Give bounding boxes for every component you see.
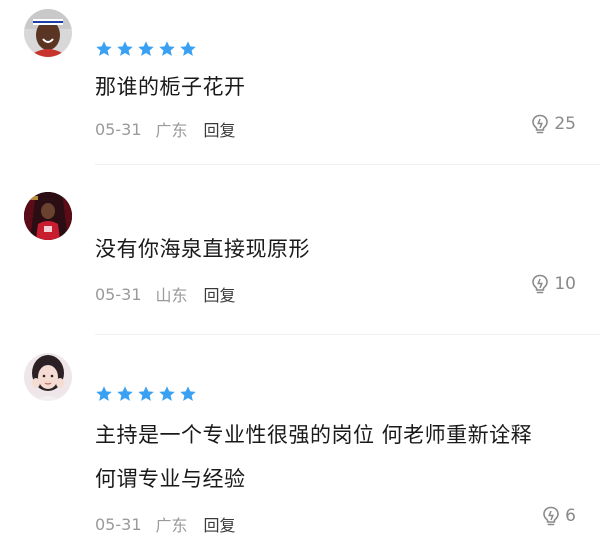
comment-text-line: 主持是一个专业性很强的岗位 何老师重新诠释 [95,423,533,447]
reply-button[interactable]: 回复 [204,117,236,141]
comment-meta: 05-31 广东 回复 [95,117,236,141]
comment-location: 山东 [155,286,188,305]
comment-item: 主持是一个专业性很强的岗位 何老师重新诠释 何谓专业与经验 05-31 广东 回… [0,335,600,544]
comment-item: 那谁的栀子花开 05-31 广东 回复 25 [0,0,600,165]
star-icon [96,386,112,401]
comment-text: 那谁的栀子花开 [95,75,246,99]
comment-date: 05-31 [95,119,142,139]
like-count: 25 [554,114,576,134]
comment-location: 广东 [155,516,188,535]
like-lightbulb-icon [532,114,549,134]
reply-button[interactable]: 回复 [204,512,236,536]
comment-text: 主持是一个专业性很强的岗位 何老师重新诠释 何谓专业与经验 [95,413,570,501]
star-icon [117,386,133,401]
like-button[interactable]: 6 [540,505,576,527]
star-rating [95,385,197,403]
avatar-image [24,353,72,401]
reply-button[interactable]: 回复 [204,282,236,306]
avatar-image [24,192,72,240]
comment-location: 广东 [155,121,188,140]
star-icon [138,41,154,56]
star-icon [96,41,112,56]
comment-date: 05-31 [95,284,142,304]
avatar[interactable] [24,353,72,401]
star-icon [180,41,196,56]
like-count: 10 [554,274,576,294]
star-rating [95,40,197,58]
like-count: 6 [565,506,576,526]
star-icon [159,41,175,56]
comment-text-line: 何谓专业与经验 [95,467,246,491]
avatar-image [24,9,72,57]
avatar[interactable] [24,192,72,240]
comment-item: 没有你海泉直接现原形 05-31 山东 回复 10 [0,165,600,335]
comment-date: 05-31 [95,514,142,534]
comment-text: 没有你海泉直接现原形 [95,237,310,261]
star-icon [138,386,154,401]
like-button[interactable]: 25 [529,113,576,135]
like-lightbulb-icon [543,506,559,526]
like-button[interactable]: 10 [529,273,576,295]
avatar[interactable] [24,9,72,57]
comment-meta: 05-31 广东 回复 [95,512,236,536]
comment-meta: 05-31 山东 回复 [95,282,236,306]
star-icon [117,41,133,56]
star-icon [180,386,196,401]
like-lightbulb-icon [532,274,549,294]
star-icon [159,386,175,401]
